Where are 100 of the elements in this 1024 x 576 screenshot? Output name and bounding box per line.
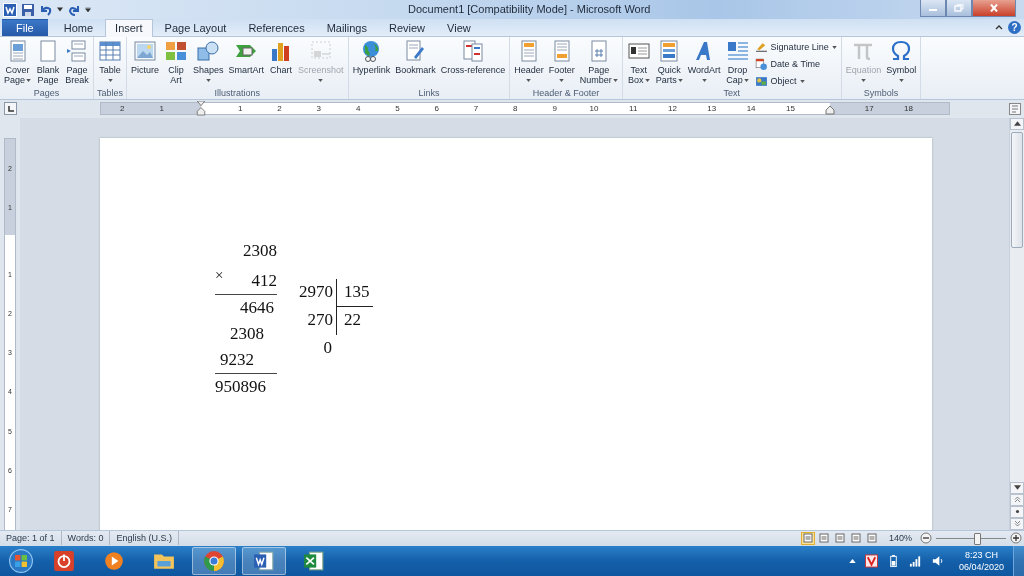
cross-reference-icon	[460, 39, 485, 64]
ribbon-button[interactable]: Header	[512, 39, 546, 89]
signature-line-icon	[754, 40, 768, 54]
ruler-number: 10	[588, 103, 600, 115]
ribbon-tab[interactable]: Mailings	[316, 19, 377, 37]
collapse-ribbon-icon[interactable]	[995, 25, 1003, 31]
ring-icon	[203, 550, 225, 572]
ruler-number: 13	[706, 103, 718, 115]
math-number: 412	[251, 269, 277, 292]
ruler-number: 1	[158, 103, 165, 115]
speaker-icon[interactable]	[930, 554, 944, 568]
ruler-number: 12	[667, 103, 678, 115]
ribbon-button[interactable]: Blank Page	[34, 39, 63, 89]
signal-icon[interactable]	[908, 554, 922, 568]
app-icon[interactable]	[3, 2, 17, 17]
math-number: 0	[322, 336, 333, 359]
ribbon-tab[interactable]: References	[238, 19, 315, 37]
ribbon-button[interactable]: Symbol	[884, 39, 919, 89]
ribbon-button[interactable]: Cover Page	[2, 39, 34, 89]
word-count[interactable]: Words: 0	[61, 531, 111, 546]
group-label: Illustrations	[213, 88, 262, 100]
ribbon-tab[interactable]: Home	[53, 19, 104, 37]
caret-icon	[644, 78, 650, 82]
dot-icon	[1013, 509, 1021, 515]
ribbon-button[interactable]: Footer	[546, 39, 577, 89]
ribbon-button[interactable]: Bookmark	[393, 39, 438, 89]
ribbon-button[interactable]: Drop Cap	[723, 39, 752, 89]
double-up-arrow-icon	[1013, 497, 1021, 503]
ribbon-tab[interactable]: Insert	[105, 19, 153, 38]
group-label: Links	[417, 88, 441, 100]
scroll-thumb[interactable]	[1011, 131, 1023, 248]
ribbon-button[interactable]: Object	[752, 74, 839, 89]
ribbon-button[interactable]: Text Box	[624, 39, 653, 89]
spreadsheet-icon	[303, 550, 325, 572]
ruler-number: 8	[512, 103, 519, 115]
caret-icon	[205, 78, 211, 82]
ribbon-tab[interactable]: View	[437, 19, 481, 37]
clock-date[interactable]: 06/04/2020	[958, 561, 1004, 573]
ribbon-tab[interactable]: Review	[379, 19, 436, 37]
calendar-clock-icon	[754, 57, 768, 71]
page-count[interactable]: Page: 1 of 1	[0, 531, 62, 546]
caret-icon	[860, 78, 866, 82]
tab-selector-button[interactable]	[4, 102, 17, 116]
ribbon-button[interactable]: Table	[96, 39, 125, 89]
play-icon	[103, 550, 125, 572]
ribbon-button[interactable]: Date & Time	[752, 57, 839, 72]
language-indicator[interactable]: English (U.S.)	[110, 531, 179, 546]
save-icon[interactable]	[21, 2, 35, 17]
start-button[interactable]	[6, 546, 36, 576]
ruler-number: 7	[472, 103, 480, 115]
ribbon-button[interactable]: SmartArt	[226, 39, 267, 89]
ribbon-button[interactable]: Chart	[267, 39, 296, 89]
math-number: 270	[299, 306, 337, 335]
right-indent-marker[interactable]	[825, 105, 835, 116]
up-arrow-icon	[1013, 121, 1021, 127]
caret-icon	[898, 78, 904, 82]
math-number: 2308	[242, 239, 277, 262]
view-button[interactable]	[864, 531, 879, 545]
view-button[interactable]	[816, 531, 831, 545]
help-button[interactable]: ?	[1008, 21, 1021, 35]
caret-icon	[799, 79, 805, 83]
math-number: 2308	[229, 322, 265, 345]
ribbon-button[interactable]: Signature Line	[752, 40, 839, 55]
window-title: Document1 [Compatibility Mode] - Microsoft Word	[408, 3, 651, 15]
ribbon-button[interactable]: Shapes	[191, 39, 226, 89]
ribbon-tab[interactable]: File	[2, 19, 48, 37]
ribbon-tab[interactable]: Page Layout	[154, 19, 237, 37]
caret-icon	[677, 78, 683, 82]
scroll-down-button[interactable]	[1010, 481, 1024, 494]
zoom-out-icon[interactable]	[920, 532, 932, 545]
ribbon-button[interactable]: Clip Art	[162, 39, 191, 89]
taskbar-app[interactable]	[242, 547, 286, 575]
ribbon-button[interactable]: Page Break	[63, 39, 92, 89]
group-label: Symbols	[862, 88, 900, 100]
page-view-icon	[818, 533, 829, 544]
zoom-slider-thumb[interactable]	[973, 532, 981, 545]
view-button[interactable]	[832, 531, 847, 545]
ribbon-button[interactable]: Page Number	[577, 39, 620, 89]
close-button[interactable]	[972, 0, 1016, 17]
start-orb-icon	[9, 549, 33, 573]
indent-marker[interactable]	[196, 101, 206, 117]
ribbon-button[interactable]: Quick Parts	[653, 39, 685, 89]
ruler-number: 15	[784, 103, 796, 115]
restore-button[interactable]	[946, 0, 972, 17]
ribbon-button[interactable]: Hyperlink	[350, 39, 393, 89]
clock-time[interactable]: 8:23 CH	[964, 549, 998, 561]
group-label: Header & Footer	[531, 88, 601, 100]
view-button[interactable]	[848, 531, 863, 545]
customize-caret-icon[interactable]	[85, 7, 91, 13]
ruler-number: 1	[237, 103, 244, 115]
minimize-button[interactable]	[920, 0, 946, 17]
ribbon-button[interactable]: WordArt	[685, 39, 723, 89]
show-hidden-icons-icon[interactable]	[848, 559, 856, 563]
ribbon-button[interactable]: Cross-reference	[438, 39, 508, 89]
caret-icon[interactable]	[57, 7, 63, 13]
zoom-in-icon[interactable]	[1010, 532, 1022, 545]
zoom-level[interactable]: 140%	[888, 533, 912, 544]
caret-icon	[318, 78, 324, 82]
shield-icon[interactable]	[864, 554, 878, 568]
ribbon-button[interactable]: Picture	[129, 39, 162, 89]
